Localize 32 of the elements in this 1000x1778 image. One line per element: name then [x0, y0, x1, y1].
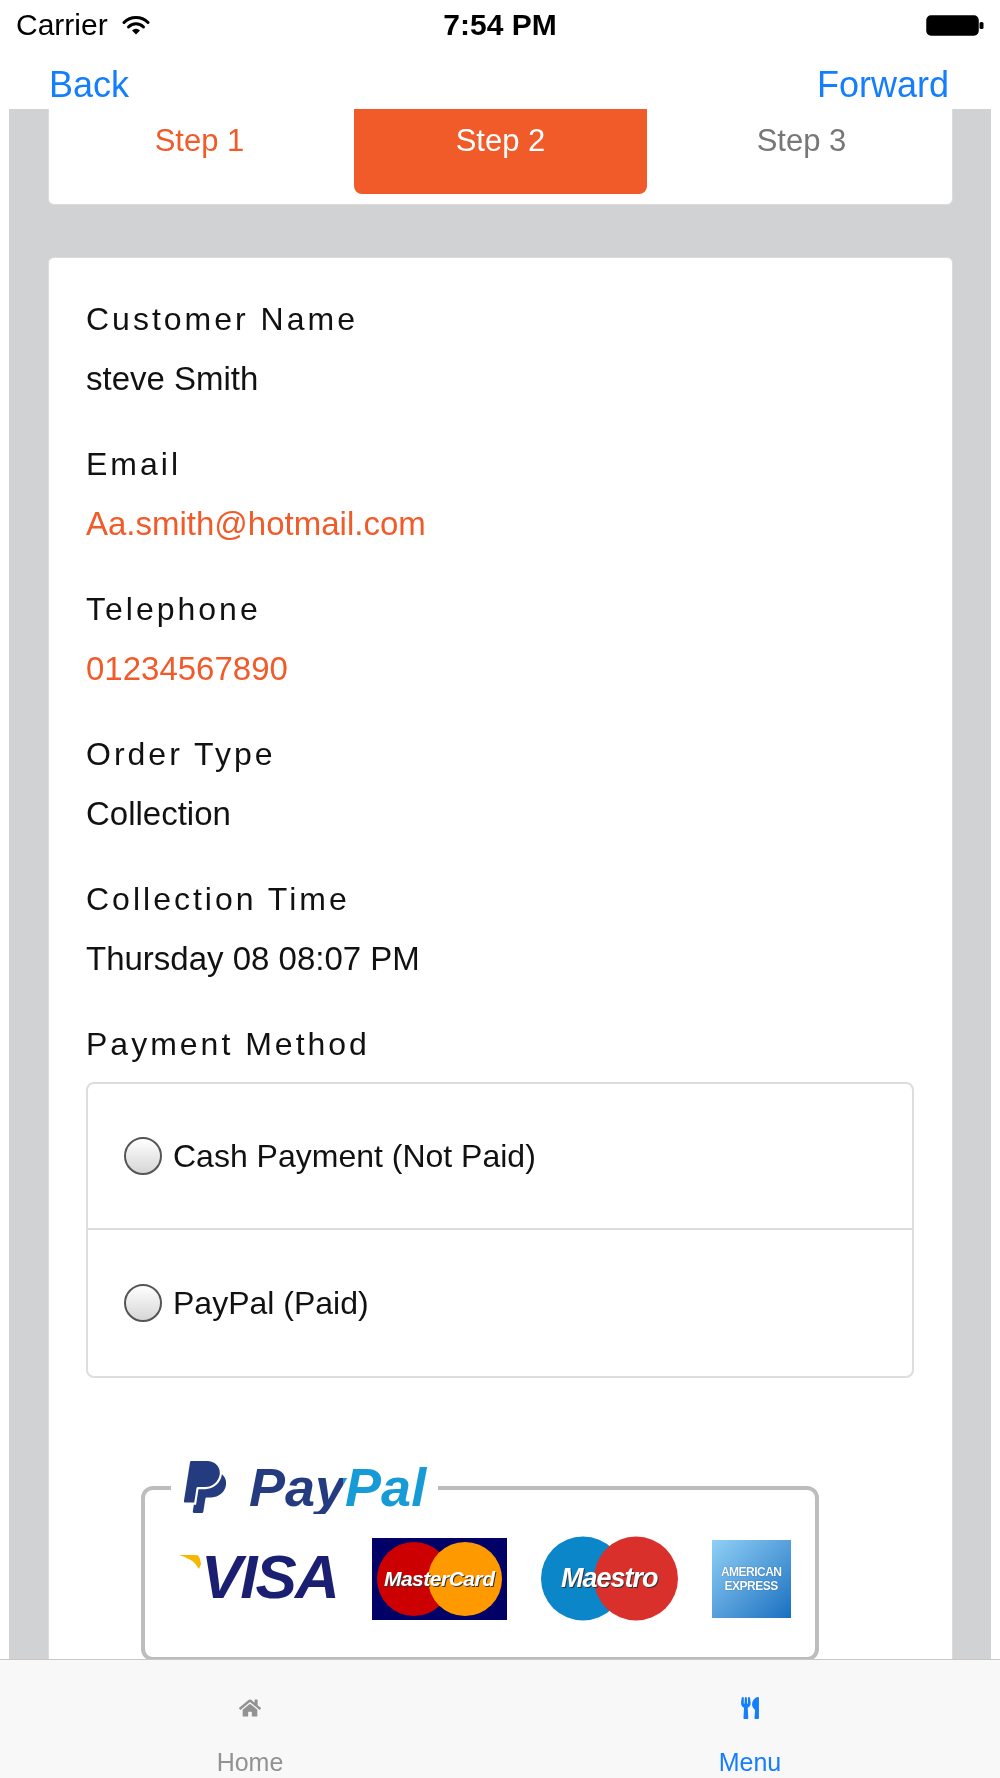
- card-brand-text: VISA: [201, 1545, 338, 1608]
- tab-bar-item[interactable]: Menu: [500, 1660, 1000, 1778]
- card-brand-text: AMERICAN: [720, 1564, 782, 1579]
- field-label: Customer Name: [86, 300, 359, 339]
- field-value: Thursday 08 08:07 PM: [86, 939, 420, 979]
- field-value: Collection: [86, 794, 231, 834]
- field-value-link[interactable]: Aa.smith@hotmail.com: [86, 504, 426, 544]
- forward-link[interactable]: Forward: [816, 66, 949, 103]
- swoosh-icon: [179, 1554, 201, 1569]
- step-tab[interactable]: Step 2: [354, 109, 647, 194]
- field-label: Order Type: [86, 735, 277, 774]
- step-tab[interactable]: Step 3: [655, 109, 948, 194]
- card-brand-text: EXPRESS: [724, 1578, 778, 1593]
- field-value: steve Smith: [86, 359, 259, 399]
- step-tab[interactable]: Step 1: [53, 109, 346, 194]
- radio-button[interactable]: [124, 1137, 162, 1175]
- option-label[interactable]: Cash Payment (Not Paid): [173, 1136, 536, 1176]
- field-label: Telephone: [86, 590, 262, 629]
- back-link[interactable]: Back: [49, 66, 130, 103]
- field-label: Payment Method: [86, 1025, 371, 1064]
- home-icon: [239, 1697, 261, 1719]
- tab-bar-item[interactable]: Home: [0, 1660, 500, 1778]
- status-time: 7:54 PM: [443, 10, 557, 40]
- wifi-icon: [121, 15, 150, 35]
- option-label[interactable]: PayPal (Paid): [173, 1283, 369, 1323]
- field-label: Collection Time: [86, 880, 351, 919]
- carrier-name: Carrier: [16, 10, 108, 40]
- fork-knife-icon: [739, 1697, 761, 1719]
- battery-icon: [926, 14, 984, 36]
- field-value-link[interactable]: 01234567890: [86, 649, 288, 689]
- field-label: Email: [86, 445, 182, 484]
- radio-button[interactable]: [124, 1284, 162, 1322]
